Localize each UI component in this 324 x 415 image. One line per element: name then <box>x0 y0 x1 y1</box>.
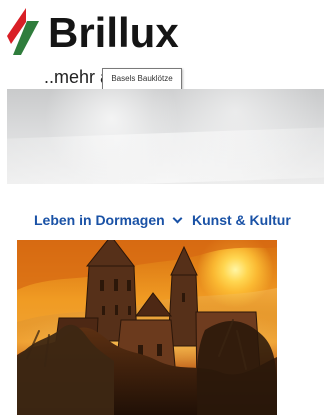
hover-tooltip: Basels Bauklötze <box>102 68 182 90</box>
castle-sunset-image <box>17 240 277 415</box>
hero-image <box>7 89 324 184</box>
webpage-screenshot: Brillux ..mehr als Farbe Basels Bauklötz… <box>0 0 324 415</box>
brillux-logo-icon <box>6 8 39 55</box>
brand-name: Brillux <box>48 9 179 56</box>
nav-item-kunst-und-kultur[interactable]: Kunst & Kultur <box>192 211 291 229</box>
nav-item-leben-in-dormagen[interactable]: Leben in Dormagen <box>34 211 183 229</box>
advertisement-banner[interactable]: Brillux ..mehr als Farbe Basels Bauklötz… <box>0 0 324 90</box>
featured-image[interactable] <box>17 240 277 415</box>
main-navigation: Leben in Dormagen Kunst & Kultur <box>34 211 294 231</box>
nav-item-label: Kunst & Kultur <box>192 212 291 228</box>
nav-item-label: Leben in Dormagen <box>34 212 165 228</box>
chevron-down-icon <box>173 214 183 224</box>
brillux-logo[interactable]: Brillux ..mehr als Farbe <box>6 8 206 87</box>
